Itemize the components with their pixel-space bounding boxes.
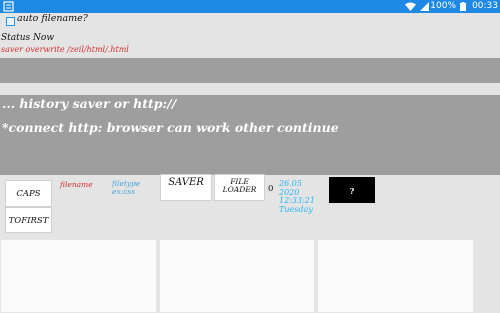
help-button[interactable]: ? xyxy=(329,177,375,203)
caps-button[interactable]: CAPS xyxy=(5,180,52,207)
wifi-icon xyxy=(405,0,416,13)
file-loader-label-line2: LOADER xyxy=(222,185,257,194)
bottom-panel-3[interactable] xyxy=(317,239,474,313)
saver-button[interactable]: SAVER xyxy=(160,174,212,201)
datetime-display: 26.05 2020 12:33:21 Tuesday xyxy=(279,179,315,214)
bottom-panel-2[interactable] xyxy=(159,239,315,313)
clock-time: 00:33 xyxy=(472,1,498,11)
status-bar: 100% 00:33 xyxy=(0,0,500,13)
auto-filename-checkbox[interactable] xyxy=(6,17,15,26)
filename-field[interactable]: filename xyxy=(60,180,93,189)
signal-icon xyxy=(420,0,429,13)
filetype-example: ex:css xyxy=(112,187,136,196)
battery-percentage: 100% xyxy=(430,1,456,11)
battery-icon xyxy=(460,2,466,11)
auto-filename-label[interactable]: auto filename? xyxy=(17,13,88,24)
url-input[interactable] xyxy=(0,58,500,83)
weekday-text: Tuesday xyxy=(279,204,313,214)
status-value: saver overwrite /zeil/html/.html xyxy=(1,45,129,54)
history-hint-line1: ... history saver or http:// xyxy=(2,96,177,111)
status-label: Status Now xyxy=(1,33,55,43)
file-loader-button[interactable]: FILE LOADER xyxy=(214,174,265,201)
history-hint-line2: *connect http: browser can work other co… xyxy=(2,120,339,135)
filetype-field[interactable]: filetype ex:css xyxy=(112,180,140,196)
tofirst-button[interactable]: TOFIRST xyxy=(5,207,52,233)
counter-value: 0 xyxy=(268,184,274,194)
app-icon xyxy=(3,1,14,12)
bottom-panel-1[interactable] xyxy=(0,239,157,313)
